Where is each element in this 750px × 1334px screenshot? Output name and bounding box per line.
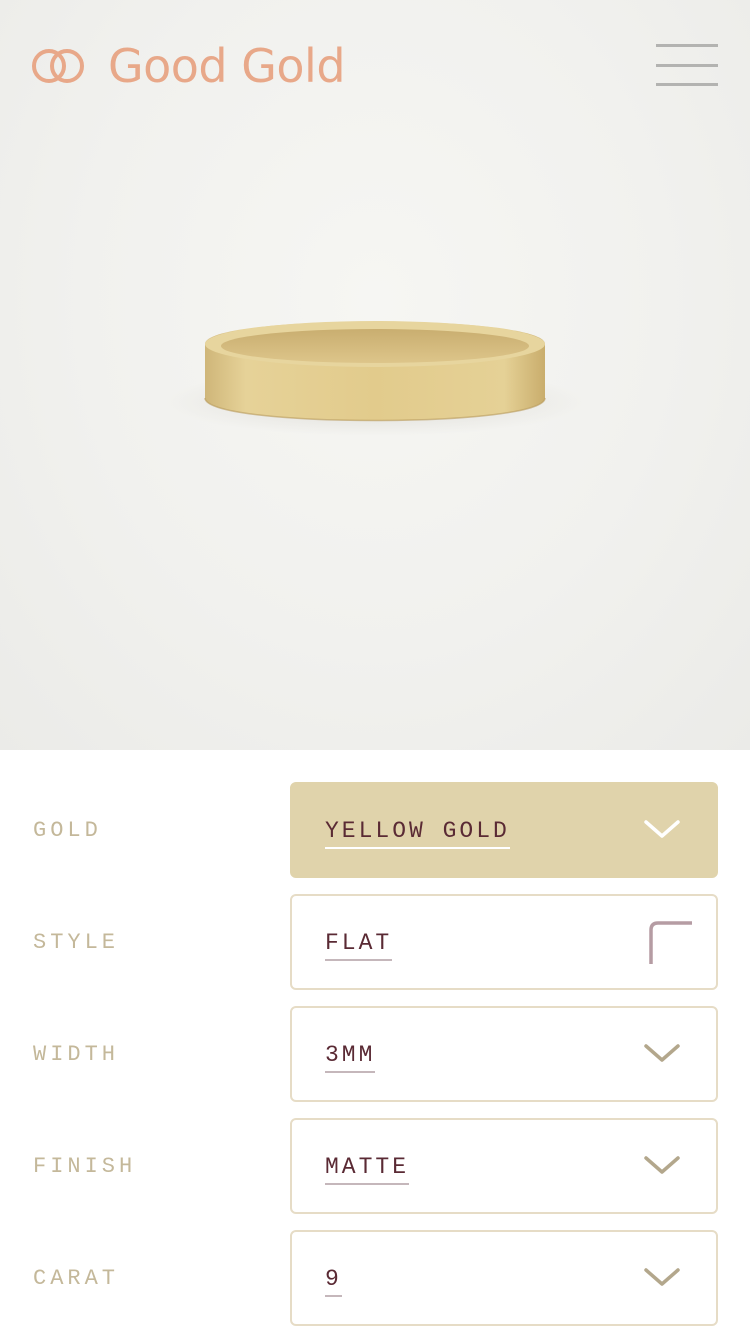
finish-select-value: MATTE [325,1154,410,1185]
style-select-value: FLAT [325,930,393,961]
option-label-finish: FINISH [33,1154,137,1179]
menu-button[interactable] [652,40,722,90]
option-row-gold: GOLD YELLOW GOLD [0,782,750,878]
option-label-style: STYLE [33,930,120,955]
product-hero: Good Gold [0,0,750,750]
option-row-style: STYLE FLAT [0,894,750,990]
width-select[interactable]: 3MM [290,1006,718,1102]
chevron-down-icon [644,1044,680,1062]
interlocking-rings-logo-icon [32,49,84,83]
option-label-gold: GOLD [33,818,102,843]
option-row-carat: CARAT 9 [0,1230,750,1326]
option-row-finish: FINISH MATTE [0,1118,750,1214]
corner-icon [649,921,692,964]
width-select-value: 3MM [325,1042,376,1073]
gold-select-value: YELLOW GOLD [325,818,510,849]
chevron-down-icon [644,820,680,838]
hamburger-menu-icon [656,44,718,47]
gold-ring-image [165,321,585,436]
brand-logo[interactable]: Good Gold [30,38,346,94]
carat-select-value: 9 [325,1266,342,1297]
chevron-down-icon [644,1156,680,1174]
option-row-width: WIDTH 3MM [0,1006,750,1102]
finish-select[interactable]: MATTE [290,1118,718,1214]
option-label-carat: CARAT [33,1266,120,1291]
style-select[interactable]: FLAT [290,894,718,990]
brand-name: Good Gold [108,39,346,93]
option-label-width: WIDTH [33,1042,120,1067]
chevron-down-icon [644,1268,680,1286]
gold-select[interactable]: YELLOW GOLD [290,782,718,878]
carat-select[interactable]: 9 [290,1230,718,1326]
